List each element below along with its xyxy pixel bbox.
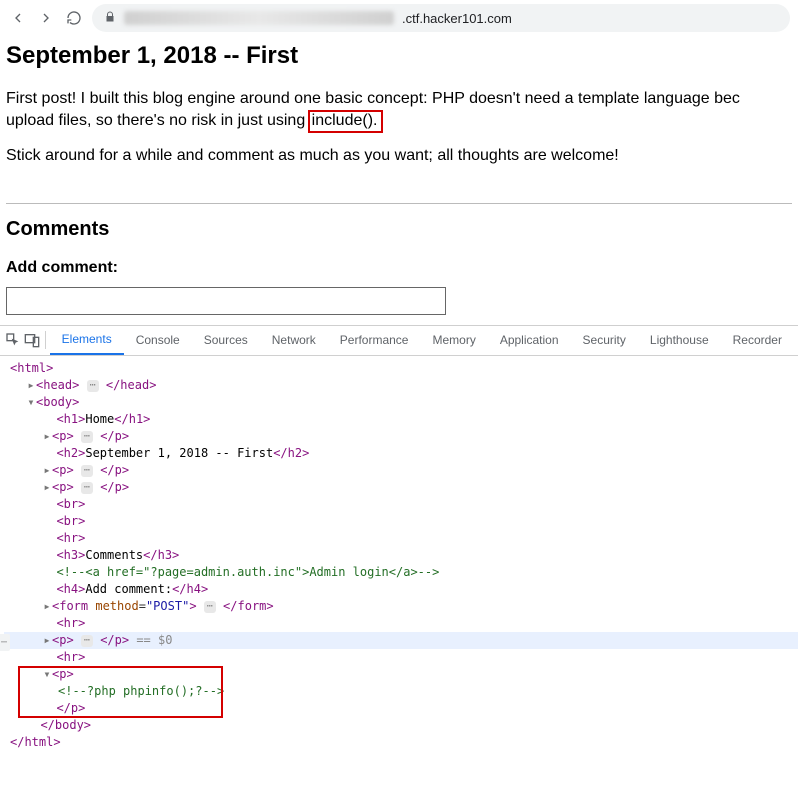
devtools-header: Elements Console Sources Network Perform… (0, 326, 798, 356)
dom-p2[interactable]: ▸<p> ⋯ </p> (4, 462, 798, 479)
dom-p-close[interactable]: </p> (4, 700, 798, 717)
forward-button[interactable] (36, 8, 56, 28)
dom-body-open[interactable]: ▾<body> (4, 394, 798, 411)
reload-button[interactable] (64, 8, 84, 28)
url-suffix: .ctf.hacker101.com (402, 11, 512, 26)
post-paragraph-2: Stick around for a while and comment as … (6, 145, 792, 167)
post-paragraph-1: First post! I built this blog engine aro… (6, 88, 792, 131)
dom-html-open[interactable]: <html> (4, 360, 798, 377)
dom-form[interactable]: ▸<form method="POST"> ⋯ </form> (4, 598, 798, 615)
device-icon[interactable] (22, 328, 40, 352)
dom-hr2[interactable]: <hr> (4, 615, 798, 632)
dom-tree[interactable]: <html> ▸<head> ⋯ </head> ▾<body> <h1>Hom… (0, 356, 798, 757)
add-comment-heading: Add comment: (6, 259, 792, 277)
tab-application[interactable]: Application (488, 325, 571, 355)
dom-p-open[interactable]: ▾<p> (4, 666, 798, 683)
dom-br2[interactable]: <br> (4, 513, 798, 530)
dom-h1[interactable]: <h1>Home</h1> (4, 411, 798, 428)
gutter-marker: ⋯ (0, 634, 10, 651)
tab-memory[interactable]: Memory (420, 325, 487, 355)
browser-toolbar: .ctf.hacker101.com (0, 0, 798, 36)
dom-php-comment[interactable]: <!--?php phpinfo();?--> (4, 683, 798, 700)
dom-h2[interactable]: <h2>September 1, 2018 -- First</h2> (4, 445, 798, 462)
highlight-include: include(). (308, 110, 384, 133)
dom-html-close[interactable]: </html> (4, 734, 798, 751)
lock-icon (104, 11, 116, 26)
dom-hr1[interactable]: <hr> (4, 530, 798, 547)
dom-body-close[interactable]: </body> (4, 717, 798, 734)
dom-h3[interactable]: <h3>Comments</h3> (4, 547, 798, 564)
inspect-icon[interactable] (4, 328, 22, 352)
tab-recorder[interactable]: Recorder (721, 325, 794, 355)
dom-selected-p[interactable]: ▸<p> ⋯ </p> == $0 (4, 632, 798, 649)
page-content: September 1, 2018 -- First First post! I… (0, 36, 798, 315)
back-button[interactable] (8, 8, 28, 28)
tab-lighthouse[interactable]: Lighthouse (638, 325, 721, 355)
address-bar[interactable]: .ctf.hacker101.com (92, 4, 790, 32)
dom-br1[interactable]: <br> (4, 496, 798, 513)
tab-console[interactable]: Console (124, 325, 192, 355)
tab-security[interactable]: Security (571, 325, 638, 355)
comment-textarea[interactable] (6, 287, 446, 315)
comments-heading: Comments (6, 218, 792, 241)
separator (45, 331, 46, 349)
post-title: September 1, 2018 -- First (6, 42, 792, 70)
dom-admin-comment[interactable]: <!--<a href="?page=admin.auth.inc">Admin… (4, 564, 798, 581)
url-obscured (124, 11, 394, 25)
tab-elements[interactable]: Elements (50, 325, 124, 355)
tab-network[interactable]: Network (260, 325, 328, 355)
devtools-panel: Elements Console Sources Network Perform… (0, 325, 798, 757)
tab-performance[interactable]: Performance (328, 325, 421, 355)
dom-hr3[interactable]: <hr> (4, 649, 798, 666)
dom-head[interactable]: ▸<head> ⋯ </head> (4, 377, 798, 394)
tab-sources[interactable]: Sources (192, 325, 260, 355)
divider (6, 203, 792, 204)
dom-p3[interactable]: ▸<p> ⋯ </p> (4, 479, 798, 496)
dom-p1[interactable]: ▸<p> ⋯ </p> (4, 428, 798, 445)
dom-h4[interactable]: <h4>Add comment:</h4> (4, 581, 798, 598)
